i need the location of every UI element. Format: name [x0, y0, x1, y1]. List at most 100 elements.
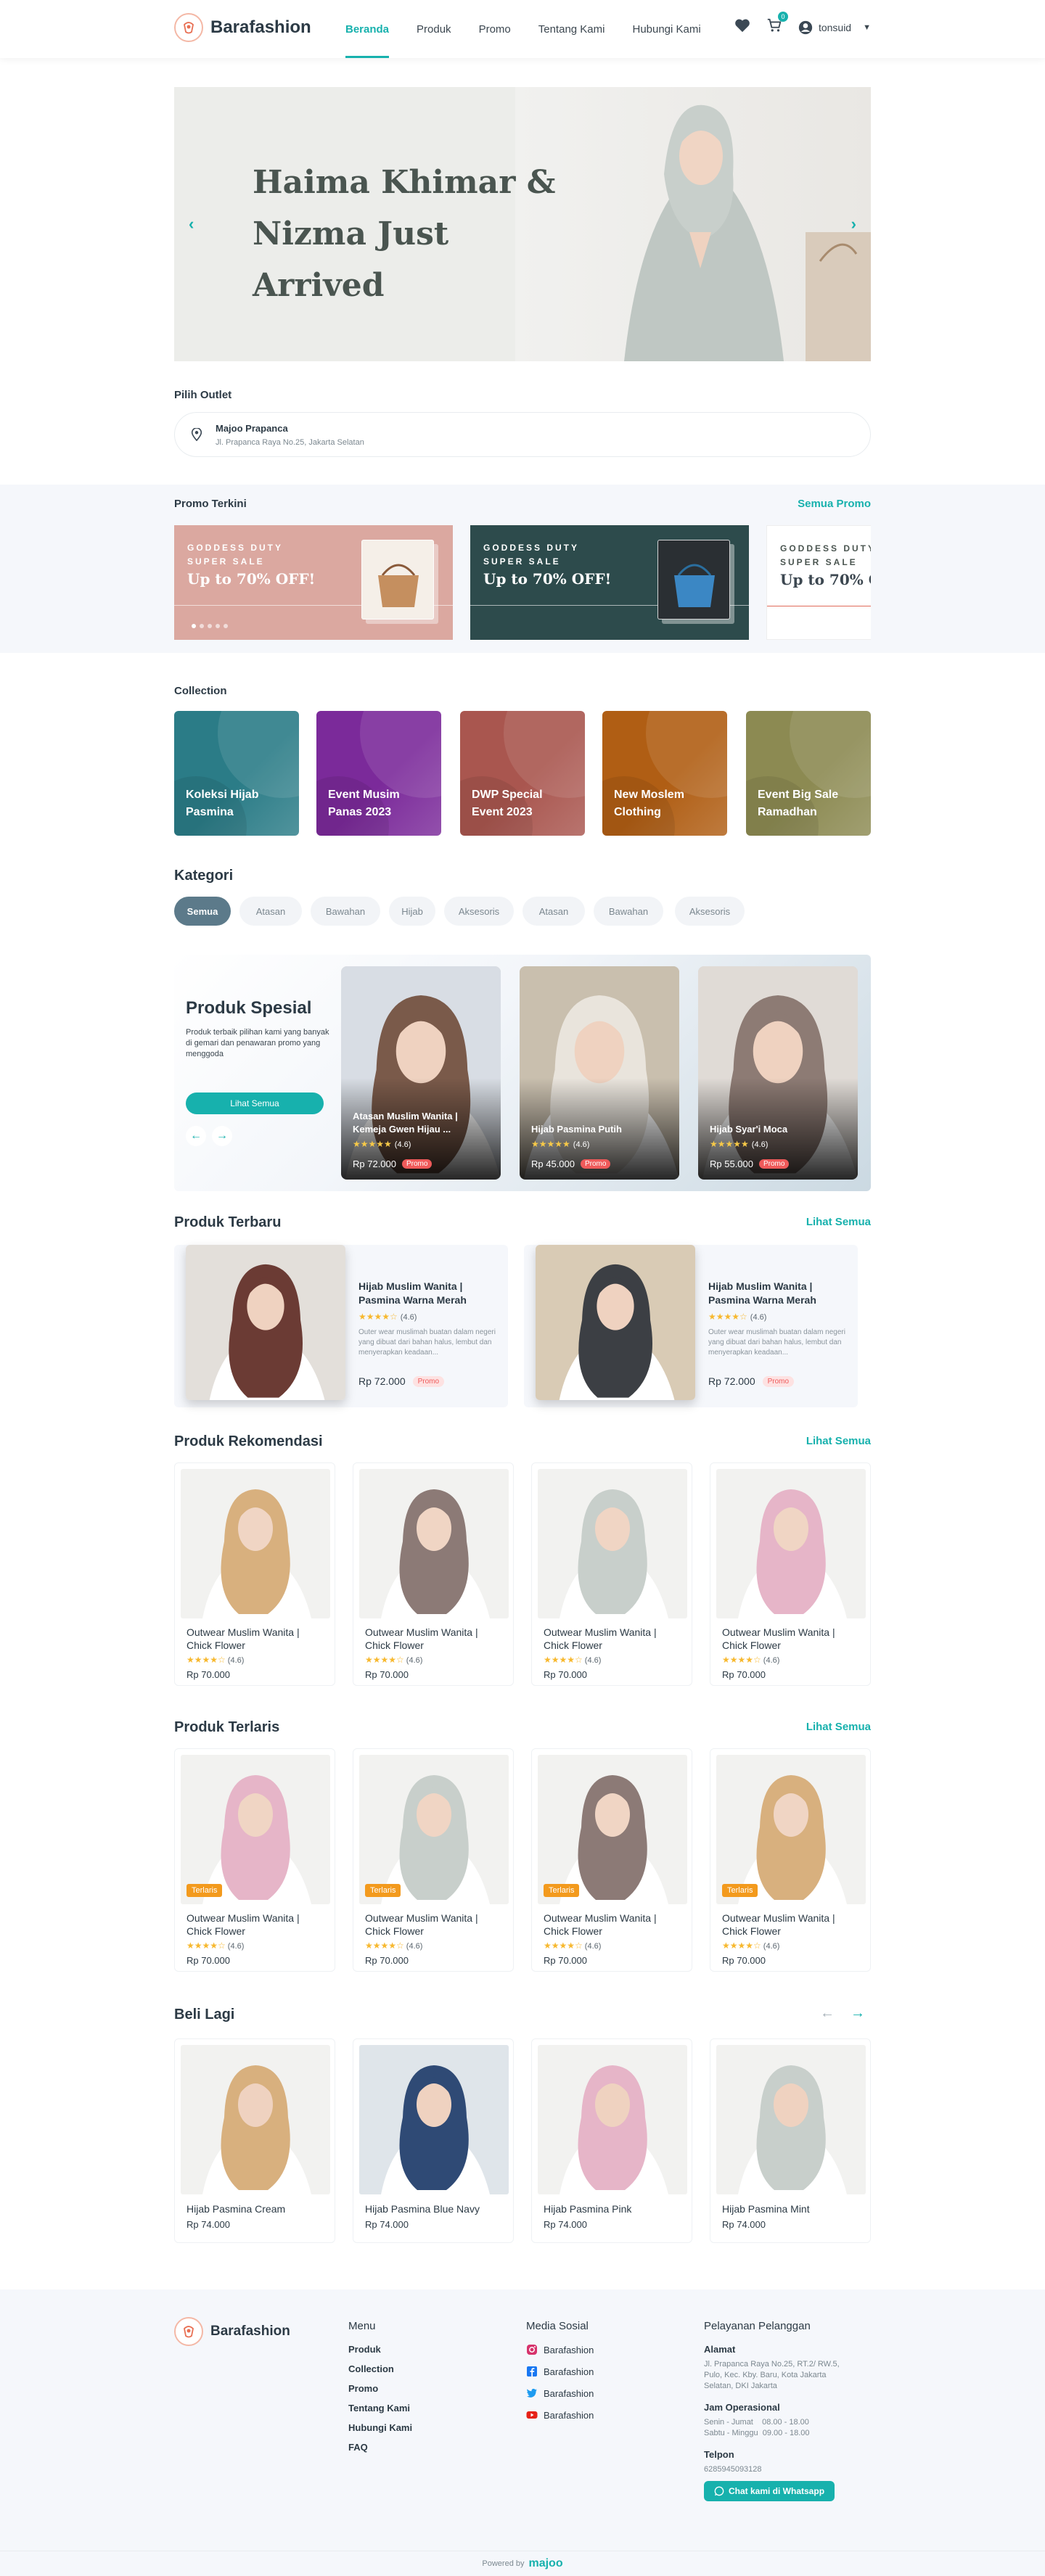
outlet-selector[interactable]: Majoo Prapanca Jl. Prapanca Raya No.25, …: [174, 412, 871, 457]
brand-logo[interactable]: Barafashion: [174, 13, 311, 42]
product-name: Hijab Pasmina Pink: [544, 2203, 632, 2215]
beli-lagi-card[interactable]: Hijab Pasmina Mint Rp 74.000: [710, 2038, 871, 2243]
footer-link-faq[interactable]: FAQ: [348, 2442, 412, 2453]
social-instagram-label: Barafashion: [544, 2344, 594, 2355]
cart-icon[interactable]: 0: [766, 12, 788, 37]
hero-next-arrow-icon[interactable]: ›: [851, 215, 856, 234]
hero-title: Haima Khimar & Nizma Just Arrived: [253, 164, 556, 304]
kategori-chip[interactable]: Atasan: [522, 897, 585, 926]
social-twitter[interactable]: Barafashion: [526, 2387, 594, 2399]
beli-lagi-prev-arrow-icon[interactable]: ←: [820, 2005, 835, 2022]
product-image: Terlaris: [538, 1755, 687, 1904]
nav-promo[interactable]: Promo: [479, 0, 511, 58]
terbaru-see-all-link[interactable]: Lihat Semua: [806, 1216, 871, 1228]
product-card[interactable]: Outwear Muslim Wanita | Chick Flower ★★★★…: [353, 1462, 514, 1686]
terbaru-product-description: Outer wear muslimah buatan dalam negeri …: [358, 1328, 496, 1357]
kategori-chip[interactable]: Bawahan: [311, 897, 380, 926]
instagram-icon: [527, 2345, 537, 2355]
whatsapp-chat-button[interactable]: Chat kami di Whatsapp: [704, 2481, 835, 2501]
product-card[interactable]: Outwear Muslim Wanita | Chick Flower ★★★★…: [531, 1462, 692, 1686]
footer-link-hubungi-kami[interactable]: Hubungi Kami: [348, 2422, 412, 2433]
spesial-next-arrow-icon[interactable]: →: [212, 1126, 232, 1146]
terbaru-product-card[interactable]: Hijab Muslim Wanita | Pasmina Warna Mera…: [524, 1245, 858, 1407]
majoo-logo[interactable]: majoo: [528, 2557, 562, 2570]
beli-lagi-card[interactable]: Hijab Pasmina Pink Rp 74.000: [531, 2038, 692, 2243]
nav-hubungi-kami[interactable]: Hubungi Kami: [632, 0, 700, 58]
promo-see-all-link[interactable]: Semua Promo: [798, 498, 871, 510]
kategori-chip[interactable]: Atasan: [239, 897, 302, 926]
product-card[interactable]: Terlaris Outwear Muslim Wanita | Chick Fl…: [531, 1748, 692, 1972]
collection-card-label: New Moslem Clothing: [614, 789, 684, 818]
promo-badge: Promo: [412, 1375, 445, 1387]
rating-stars: ★★★★☆ (4.6): [722, 1655, 780, 1665]
product-card[interactable]: Outwear Muslim Wanita | Chick Flower ★★★★…: [174, 1462, 335, 1686]
spesial-product-name: Hijab Pasmina Putih: [531, 1124, 622, 1135]
nav-beranda[interactable]: Beranda: [345, 0, 390, 58]
kategori-chip[interactable]: Hijab: [389, 897, 435, 926]
product-card[interactable]: Outwear Muslim Wanita | Chick Flower ★★★★…: [710, 1462, 871, 1686]
product-name: Outwear Muslim Wanita | Chick Flower: [365, 1626, 478, 1651]
product-price: Rp 74.000: [544, 2219, 587, 2230]
collection-card[interactable]: Event Big Sale Ramadhan: [746, 711, 871, 836]
social-facebook[interactable]: Barafashion: [526, 2366, 594, 2377]
product-name: Outwear Muslim Wanita | Chick Flower: [722, 1912, 835, 1937]
promo-card[interactable]: GODDESS DUTYSUPER SALE Up to 70% OFF!: [470, 525, 749, 640]
spesial-product-card[interactable]: Atasan Muslim Wanita | Kemeja Gwen Hijau…: [341, 966, 501, 1180]
product-card[interactable]: Terlaris Outwear Muslim Wanita | Chick Fl…: [710, 1748, 871, 1972]
spesial-see-all-button[interactable]: Lihat Semua: [186, 1092, 324, 1114]
promo-card[interactable]: GODDESS DUTYSUPER SALE Up to 70% OFF!: [766, 525, 871, 640]
kategori-chip[interactable]: Aksesoris: [675, 897, 745, 926]
footer-link-promo[interactable]: Promo: [348, 2383, 412, 2394]
spesial-product-card[interactable]: Hijab Syar'i Moca ★★★★★ (4.6) Rp 55.000 Prom…: [698, 966, 858, 1180]
hero-prev-arrow-icon[interactable]: ‹: [189, 215, 194, 234]
footer-brand[interactable]: Barafashion: [174, 2317, 290, 2346]
footer-link-produk[interactable]: Produk: [348, 2344, 412, 2355]
footer-brand-icon: [174, 2317, 203, 2346]
collection-card[interactable]: New Moslem Clothing: [602, 711, 727, 836]
rating-stars: ★★★★☆ (4.6): [365, 1941, 423, 1951]
rekomendasi-see-all-link[interactable]: Lihat Semua: [806, 1435, 871, 1447]
rating-stars: ★★★★☆ (4.6): [187, 1941, 245, 1951]
product-name: Outwear Muslim Wanita | Chick Flower: [187, 1912, 300, 1937]
spesial-prev-arrow-icon[interactable]: ←: [186, 1126, 206, 1146]
footer-service-title: Pelayanan Pelanggan: [704, 2320, 811, 2332]
terbaru-product-price-row: Rp 72.000 Promo: [708, 1375, 795, 1387]
user-menu[interactable]: tonsuid ▼: [798, 20, 871, 35]
product-card[interactable]: Terlaris Outwear Muslim Wanita | Chick Fl…: [174, 1748, 335, 1972]
beli-lagi-card[interactable]: Hijab Pasmina Blue Navy Rp 74.000: [353, 2038, 514, 2243]
product-card[interactable]: Terlaris Outwear Muslim Wanita | Chick Fl…: [353, 1748, 514, 1972]
kategori-chip[interactable]: Aksesoris: [444, 897, 514, 926]
product-image: [716, 2045, 866, 2194]
heart-icon[interactable]: [734, 18, 750, 36]
nav-produk[interactable]: Produk: [417, 0, 451, 58]
product-image: [716, 1469, 866, 1618]
collection-card[interactable]: Koleksi Hijab Pasmina: [174, 711, 299, 836]
social-twitter-label: Barafashion: [544, 2387, 594, 2399]
footer-brand-name: Barafashion: [210, 2324, 290, 2339]
terlaris-see-all-link[interactable]: Lihat Semua: [806, 1721, 871, 1733]
outlet-name: Majoo Prapanca: [216, 422, 288, 434]
footer-hours-title: Jam Operasional: [704, 2402, 780, 2413]
product-price: Rp 70.000: [365, 1955, 409, 1966]
spesial-product-price-row: Rp 45.000 Promo: [531, 1159, 611, 1169]
spesial-product-card[interactable]: Hijab Pasmina Putih ★★★★★ (4.6) Rp 45.000 Pr…: [520, 966, 679, 1180]
cart-count-badge: 0: [777, 12, 788, 22]
main-nav: Beranda Produk Promo Tentang Kami Hubung…: [345, 0, 701, 58]
product-name: Outwear Muslim Wanita | Chick Flower: [544, 1912, 657, 1937]
footer-link-collection[interactable]: Collection: [348, 2363, 412, 2374]
collection-card[interactable]: Event Musim Panas 2023: [316, 711, 441, 836]
footer-link-tentang-kami[interactable]: Tentang Kami: [348, 2403, 412, 2414]
nav-tentang-kami[interactable]: Tentang Kami: [538, 0, 605, 58]
kategori-chip[interactable]: Semua: [174, 897, 231, 926]
promo-card[interactable]: GODDESS DUTYSUPER SALE Up to 70% OFF!: [174, 525, 453, 640]
beli-lagi-card[interactable]: Hijab Pasmina Cream Rp 74.000: [174, 2038, 335, 2243]
product-price: Rp 70.000: [544, 1955, 587, 1966]
collection-card[interactable]: DWP Special Event 2023: [460, 711, 585, 836]
promo-carousel-dots[interactable]: [192, 624, 228, 628]
kategori-chip[interactable]: Bawahan: [594, 897, 663, 926]
social-instagram[interactable]: Barafashion: [526, 2344, 594, 2355]
beli-lagi-next-arrow-icon[interactable]: →: [851, 2005, 865, 2022]
hero-banner[interactable]: Haima Khimar & Nizma Just Arrived ‹ ›: [174, 87, 871, 361]
terbaru-product-card[interactable]: Hijab Muslim Wanita | Pasmina Warna Mera…: [174, 1245, 508, 1407]
social-youtube[interactable]: Barafashion: [526, 2409, 594, 2421]
